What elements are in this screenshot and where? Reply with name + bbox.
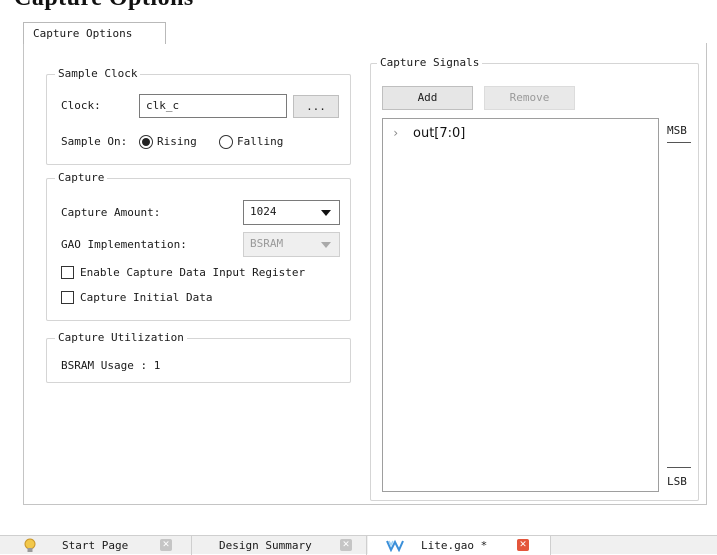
- close-icon[interactable]: ✕: [340, 539, 352, 551]
- page-heading-clipped: Capture Options: [0, 0, 717, 10]
- page-heading: Capture Options: [14, 0, 194, 10]
- bsram-usage-text: BSRAM Usage : 1: [61, 359, 161, 372]
- rising-label: Rising: [157, 135, 197, 148]
- tab-capture-options[interactable]: Capture Options: [23, 22, 166, 44]
- rising-radio[interactable]: Rising: [139, 134, 209, 150]
- close-icon[interactable]: ✕: [517, 539, 529, 551]
- browse-clock-button[interactable]: ...: [293, 95, 339, 118]
- falling-radio[interactable]: Falling: [219, 134, 309, 150]
- signal-row[interactable]: › out[7:0]: [392, 125, 592, 143]
- rising-radio-icon: [139, 135, 153, 149]
- chevron-down-icon: [321, 210, 331, 216]
- tab-design-summary-label: Design Summary: [219, 539, 312, 552]
- browse-clock-label: ...: [306, 100, 326, 113]
- sample-clock-group: Sample Clock: [46, 67, 351, 165]
- gao-logo-icon: [386, 539, 404, 552]
- msb-tick: [667, 142, 691, 143]
- capture-amount-value: 1024: [250, 205, 277, 218]
- chevron-right-icon[interactable]: ›: [392, 126, 399, 140]
- clock-label: Clock:: [61, 99, 101, 112]
- add-signal-label: Add: [417, 91, 438, 104]
- remove-signal-label: Remove: [509, 91, 550, 104]
- gao-implementation-value: BSRAM: [250, 237, 284, 250]
- capture-initial-data-checkbox[interactable]: Capture Initial Data: [61, 291, 261, 307]
- gao-implementation-select[interactable]: BSRAM: [243, 232, 340, 257]
- capture-signals-title: Capture Signals: [377, 56, 483, 70]
- document-tab-bar: Start Page ✕ Design Summary ✕ Lite.gao *…: [0, 535, 717, 555]
- capture-utilization-title: Capture Utilization: [55, 331, 187, 345]
- enable-input-register-checkbox[interactable]: Enable Capture Data Input Register: [61, 266, 346, 282]
- remove-signal-button[interactable]: Remove: [484, 86, 575, 110]
- signal-label: out[7:0]: [413, 126, 466, 141]
- tab-start-page-label: Start Page: [62, 539, 129, 552]
- checkbox-icon: [61, 266, 74, 279]
- capture-amount-select[interactable]: 1024: [243, 200, 340, 225]
- lightbulb-icon: [24, 538, 36, 552]
- gao-implementation-label: GAO Implementation:: [61, 238, 187, 251]
- tab-lite-gao-label: Lite.gao *: [421, 539, 488, 552]
- lsb-tick: [667, 467, 691, 468]
- close-icon[interactable]: ✕: [160, 539, 172, 551]
- capture-initial-data-label: Capture Initial Data: [80, 291, 213, 304]
- tab-start-page[interactable]: Start Page ✕: [14, 536, 192, 555]
- chevron-down-icon: [321, 242, 331, 248]
- capture-title: Capture: [55, 171, 108, 185]
- clock-value: clk_c: [146, 99, 180, 112]
- msb-label: MSB: [667, 124, 687, 137]
- add-signal-button[interactable]: Add: [382, 86, 473, 110]
- clock-input[interactable]: clk_c: [139, 94, 287, 118]
- falling-label: Falling: [237, 135, 284, 148]
- tab-design-summary[interactable]: Design Summary ✕: [192, 536, 367, 555]
- tab-label: Capture Options: [33, 27, 133, 40]
- enable-input-register-label: Enable Capture Data Input Register: [80, 266, 306, 279]
- capture-signals-list[interactable]: [382, 118, 659, 492]
- tab-lite-gao[interactable]: Lite.gao * ✕: [368, 536, 551, 555]
- lsb-label: LSB: [667, 475, 687, 488]
- sample-clock-title: Sample Clock: [55, 67, 141, 81]
- sample-on-label: Sample On:: [61, 135, 128, 148]
- capture-amount-label: Capture Amount:: [61, 206, 161, 219]
- checkbox-icon: [61, 291, 74, 304]
- falling-radio-icon: [219, 135, 233, 149]
